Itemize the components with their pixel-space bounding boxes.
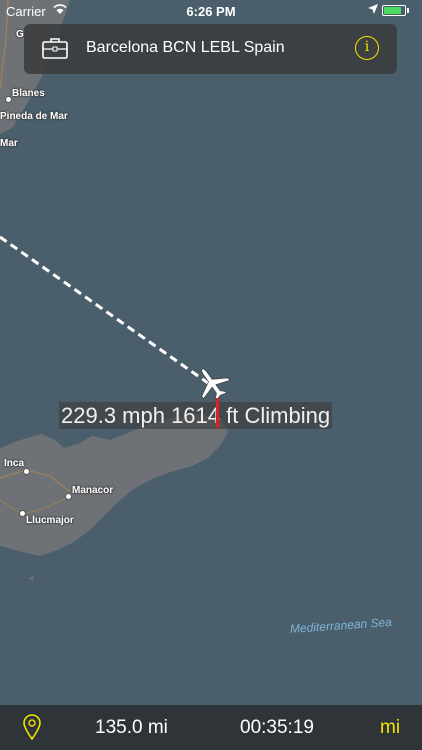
place-label-cut-off: G: [16, 29, 24, 40]
info-button[interactable]: i: [355, 36, 379, 60]
place-label-blanes: Blanes: [12, 88, 45, 99]
place-label-manacor: Manacor: [72, 485, 114, 496]
info-icon: i: [364, 39, 370, 55]
place-label-llucmajor: Llucmajor: [26, 515, 74, 526]
bottom-bar: 135.0 mi 00:35:19 mi: [0, 705, 422, 750]
unit-toggle[interactable]: mi: [380, 717, 400, 739]
place-dot-blanes: [6, 97, 11, 102]
place-dot-manacor: [66, 494, 71, 499]
place-dot-inca: [24, 469, 29, 474]
place-label-mar: Mar: [0, 138, 18, 149]
status-bar: Carrier 6:26 PM: [0, 0, 422, 22]
destination-title: Barcelona BCN LEBL Spain: [86, 39, 285, 56]
status-time: 6:26 PM: [186, 4, 236, 19]
location-arrow-icon: [368, 4, 378, 14]
climb-indicator: [216, 398, 219, 428]
place-label-pineda: Pineda de Mar: [0, 111, 68, 122]
elapsed-time-readout: 00:35:19: [240, 717, 314, 738]
battery-icon: [382, 5, 406, 16]
airplane-icon[interactable]: [192, 363, 232, 403]
place-label-inca: Inca: [4, 458, 25, 469]
battery-tip: [407, 8, 409, 13]
place-dot-llucmajor: [20, 511, 25, 516]
flight-telemetry: 229.3 mph 1614 ft Climbing: [59, 402, 333, 429]
distance-readout: 135.0 mi: [95, 717, 168, 738]
location-pin-icon[interactable]: [22, 714, 42, 740]
briefcase-icon: [42, 38, 68, 59]
battery-fill: [384, 7, 401, 14]
destination-banner[interactable]: Barcelona BCN LEBL Spain i: [24, 24, 397, 74]
